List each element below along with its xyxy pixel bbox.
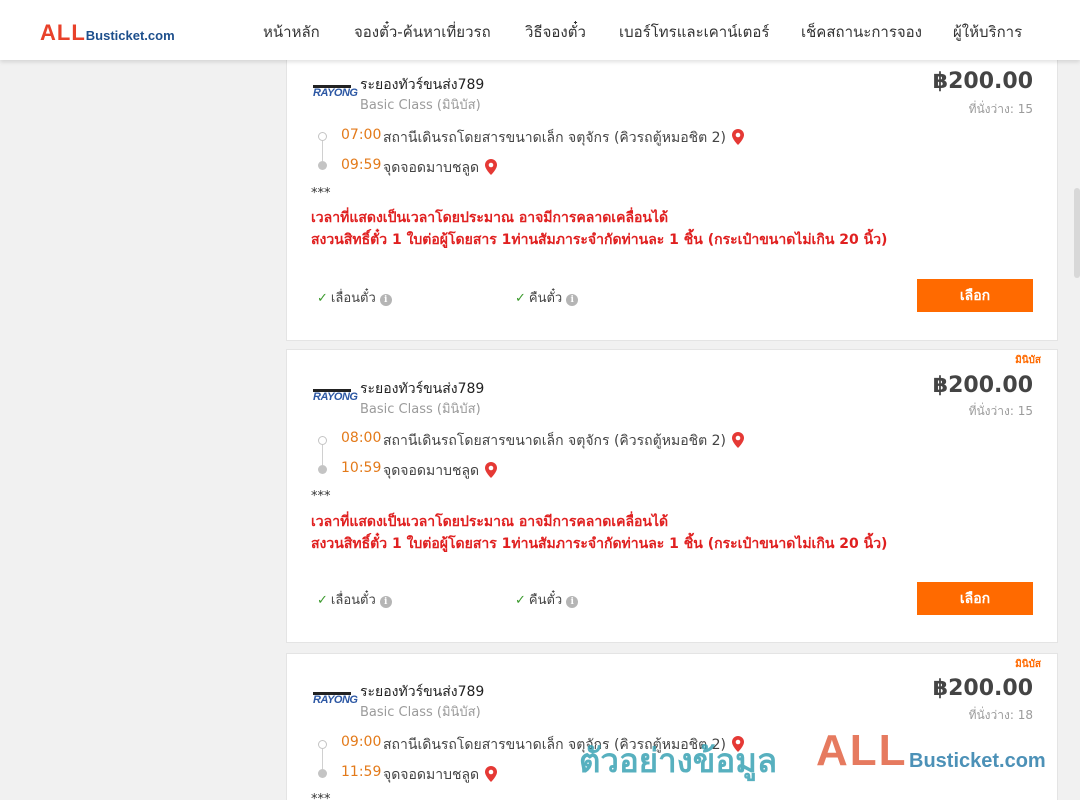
depart-time: 08:00 bbox=[341, 430, 382, 446]
arrive-dot-icon bbox=[318, 161, 327, 170]
remark-stars: *** bbox=[311, 489, 331, 504]
operator-logo-text: RAYONG bbox=[313, 694, 358, 706]
depart-stop: สถานีเดินรถโดยสารขนาดเล็ก จตุจักร (คิวรถ… bbox=[383, 127, 745, 149]
trip-card: RAYONG ระยองทัวร์ขนส่ง789 Basic Class (ม… bbox=[286, 56, 1058, 341]
trip-card: มินิบัส RAYONG ระยองทัวร์ขนส่ง789 Basic … bbox=[286, 349, 1058, 643]
operator-logo: RAYONG bbox=[313, 688, 358, 710]
operator-name: ระยองทัวร์ขนส่ง789 bbox=[360, 684, 485, 700]
logo-all-text: ALL bbox=[40, 20, 86, 45]
feature-refund-label: คืนตั๋ว bbox=[528, 291, 563, 306]
nav-contacts-counters[interactable]: เบอร์โทรและเคาน์เตอร์ bbox=[619, 20, 769, 44]
notice-line-1: เวลาที่แสดงเป็นเวลาโดยประมาณ อาจมีการคลา… bbox=[311, 514, 669, 530]
feature-change-label: เลื่อนตั๋ว bbox=[330, 291, 376, 306]
feature-change-ticket: ✓ เลื่อนตั๋ว i bbox=[317, 287, 392, 308]
available-seats: ที่นั่งว่าง: 15 bbox=[968, 404, 1033, 418]
bus-class: Basic Class (มินิบัส) bbox=[360, 402, 481, 417]
nav-book-search[interactable]: จองตั๋ว-ค้นหาเที่ยวรถ bbox=[354, 20, 491, 44]
map-pin-icon[interactable] bbox=[485, 462, 498, 478]
nav-operators[interactable]: ผู้ให้บริการ bbox=[953, 20, 1022, 44]
notice-line-1: เวลาที่แสดงเป็นเวลาโดยประมาณ อาจมีการคลา… bbox=[311, 210, 669, 226]
depart-stop-label: สถานีเดินรถโดยสารขนาดเล็ก จตุจักร (คิวรถ… bbox=[383, 130, 727, 146]
operator-name: ระยองทัวร์ขนส่ง789 bbox=[360, 381, 485, 397]
nav-home[interactable]: หน้าหลัก bbox=[263, 20, 320, 44]
nav-how-to-book[interactable]: วิธีจองตั๋ว bbox=[525, 20, 586, 44]
depart-time: 09:00 bbox=[341, 734, 382, 750]
trip-price: ฿200.00 bbox=[932, 69, 1033, 94]
operator-logo-text: RAYONG bbox=[313, 87, 358, 99]
page-scrollbar-thumb[interactable] bbox=[1074, 188, 1080, 278]
check-icon: ✓ bbox=[515, 593, 526, 608]
depart-dot-icon bbox=[318, 740, 327, 749]
arrive-dot-icon bbox=[318, 465, 327, 474]
available-seats: ที่นั่งว่าง: 15 bbox=[968, 102, 1033, 116]
depart-stop-label: สถานีเดินรถโดยสารขนาดเล็ก จตุจักร (คิวรถ… bbox=[383, 433, 727, 449]
arrive-time: 11:59 bbox=[341, 764, 382, 780]
info-icon[interactable]: i bbox=[379, 294, 392, 306]
check-icon: ✓ bbox=[317, 291, 328, 306]
available-seats: ที่นั่งว่าง: 18 bbox=[968, 708, 1033, 722]
arrive-dot-icon bbox=[318, 769, 327, 778]
map-pin-icon[interactable] bbox=[732, 432, 745, 448]
bus-type-tag: มินิบัส bbox=[1015, 355, 1041, 366]
trip-price: ฿200.00 bbox=[932, 676, 1033, 701]
remark-stars: *** bbox=[311, 792, 331, 800]
remark-stars: *** bbox=[311, 186, 331, 201]
trip-price: ฿200.00 bbox=[932, 373, 1033, 398]
arrive-time: 10:59 bbox=[341, 460, 382, 476]
select-trip-button[interactable]: เลือก bbox=[917, 582, 1033, 615]
feature-change-label: เลื่อนตั๋ว bbox=[330, 593, 376, 608]
arrive-stop: จุดจอดมาบชลูด bbox=[383, 157, 498, 179]
arrive-stop-label: จุดจอดมาบชลูด bbox=[383, 463, 480, 479]
watermark-all: ALL bbox=[816, 726, 908, 775]
info-icon[interactable]: i bbox=[566, 294, 579, 306]
bus-class: Basic Class (มินิบัส) bbox=[360, 705, 481, 720]
map-pin-icon[interactable] bbox=[732, 129, 745, 145]
operator-name: ระยองทัวร์ขนส่ง789 bbox=[360, 77, 485, 93]
feature-refund-label: คืนตั๋ว bbox=[528, 593, 563, 608]
arrive-stop-label: จุดจอดมาบชลูด bbox=[383, 767, 480, 783]
watermark-sample-data: ตัวอย่างข้อมูล bbox=[579, 742, 778, 779]
check-icon: ✓ bbox=[317, 593, 328, 608]
arrive-stop-label: จุดจอดมาบชลูด bbox=[383, 160, 480, 176]
operator-logo: RAYONG bbox=[313, 385, 358, 407]
operator-logo-text: RAYONG bbox=[313, 391, 358, 403]
depart-dot-icon bbox=[318, 436, 327, 445]
operator-logo: RAYONG bbox=[313, 81, 358, 103]
map-pin-icon[interactable] bbox=[485, 766, 498, 782]
info-icon[interactable]: i bbox=[566, 596, 579, 608]
site-logo[interactable]: ALL Busticket.com bbox=[40, 20, 175, 45]
nav-booking-status[interactable]: เช็คสถานะการจอง bbox=[801, 20, 922, 44]
top-navbar: ALL Busticket.com หน้าหลัก จองตั๋ว-ค้นหา… bbox=[0, 0, 1080, 60]
notice-line-2: สงวนสิทธิ์ตั๋ว 1 ใบต่อผู้โดยสาร 1ท่านสัม… bbox=[311, 232, 888, 248]
notice-line-2: สงวนสิทธิ์ตั๋ว 1 ใบต่อผู้โดยสาร 1ท่านสัม… bbox=[311, 536, 888, 552]
depart-dot-icon bbox=[318, 132, 327, 141]
logo-busticket-text: Busticket.com bbox=[85, 28, 175, 43]
arrive-time: 09:59 bbox=[341, 157, 382, 173]
feature-change-ticket: ✓ เลื่อนตั๋ว i bbox=[317, 589, 392, 610]
bus-class: Basic Class (มินิบัส) bbox=[360, 98, 481, 113]
info-icon[interactable]: i bbox=[379, 596, 392, 608]
feature-refund-ticket: ✓ คืนตั๋ว i bbox=[515, 287, 579, 308]
depart-time: 07:00 bbox=[341, 127, 382, 143]
select-trip-button[interactable]: เลือก bbox=[917, 279, 1033, 312]
arrive-stop: จุดจอดมาบชลูด bbox=[383, 460, 498, 482]
depart-stop: สถานีเดินรถโดยสารขนาดเล็ก จตุจักร (คิวรถ… bbox=[383, 430, 745, 452]
bus-type-tag: มินิบัส bbox=[1015, 659, 1041, 670]
arrive-stop: จุดจอดมาบชลูด bbox=[383, 764, 498, 786]
map-pin-icon[interactable] bbox=[485, 159, 498, 175]
feature-refund-ticket: ✓ คืนตั๋ว i bbox=[515, 589, 579, 610]
watermark-busticket: Busticket.com bbox=[909, 750, 1046, 772]
check-icon: ✓ bbox=[515, 291, 526, 306]
